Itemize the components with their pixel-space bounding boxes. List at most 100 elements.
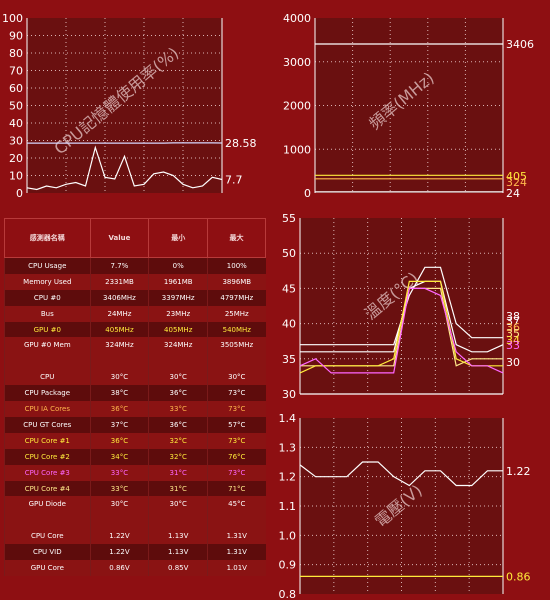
cell-name: CPU Core (4, 528, 91, 545)
cell-name: Memory Used (4, 273, 91, 290)
frequency-y-tick-label: 2000 (283, 100, 311, 113)
cell-min: 33°C (148, 401, 208, 418)
table-row: CPU Core #1 36°C 32°C 73°C (4, 432, 266, 449)
cell-value (89, 353, 149, 370)
cell-min (148, 353, 208, 370)
cell-name: CPU IA Cores (4, 401, 91, 418)
cell-max: 45°C (207, 496, 266, 513)
temperature-end-label: 30 (506, 356, 520, 369)
cell-name: CPU #0 (4, 289, 91, 306)
cell-value: 36°C (89, 432, 149, 449)
cell-min: 32°C (148, 448, 208, 465)
table-header-row: 感測器名稱 Value 最小 最大 (4, 218, 266, 258)
cell-value: 33°C (89, 480, 149, 497)
cpu-memory-y-tick-label: 90 (9, 30, 23, 43)
cell-min: 3397MHz (148, 289, 208, 306)
cell-max: 4797MHz (207, 289, 266, 306)
cell-name: GPU Diode (4, 496, 91, 513)
cell-value (89, 512, 149, 529)
col-min: 最小 (148, 218, 209, 258)
cell-value: 36°C (89, 401, 149, 418)
table-row: CPU IA Cores 36°C 33°C 73°C (4, 401, 266, 418)
cell-min: 31°C (148, 464, 208, 481)
col-sensor-name: 感測器名稱 (4, 218, 91, 258)
cell-max: 3505MHz (207, 337, 266, 354)
cell-min: 36°C (148, 417, 208, 433)
voltage-end-label: 0.86 (506, 570, 531, 583)
cell-max (207, 512, 266, 529)
cell-value: 2331MB (89, 273, 149, 290)
cpu-memory-y-tick-label: 30 (9, 135, 23, 148)
table-row: CPU GT Cores 37°C 36°C 57°C (4, 417, 266, 433)
frequency-y-tick-label: 0 (304, 187, 311, 200)
cell-name: CPU Core #1 (4, 432, 91, 449)
cell-value: 37°C (89, 417, 149, 433)
cell-max: 1.01V (207, 560, 266, 577)
cell-value: 324MHz (89, 337, 149, 354)
table-spacer-row (4, 353, 266, 370)
cpu-memory-y-tick-label: 10 (9, 170, 23, 183)
col-max: 最大 (207, 218, 266, 258)
table-row: GPU Core 0.86V 0.85V 1.01V (4, 560, 266, 577)
cell-min: 23MHz (148, 305, 208, 322)
table-body: CPU Usage 7.7% 0% 100% Memory Used 2331MB 1961… (4, 257, 266, 577)
cell-name: CPU Core #3 (4, 464, 91, 481)
voltage-y-tick-label: 0.8 (279, 588, 297, 600)
cpu-memory-y-tick-label: 70 (9, 65, 23, 78)
cell-value: 1.22V (89, 528, 149, 545)
col-value: Value (89, 218, 150, 258)
cell-name: CPU Core #2 (4, 448, 91, 465)
cell-name: CPU Usage (4, 257, 91, 274)
cell-min: 1.13V (148, 544, 208, 561)
cell-max: 73°C (207, 432, 266, 449)
cell-value: 24MHz (89, 305, 149, 322)
temperature-y-tick-label: 55 (282, 212, 296, 225)
table-row: CPU Core 1.22V 1.13V 1.31V (4, 528, 266, 545)
cell-value: 405MHz (89, 321, 149, 338)
cell-max (207, 353, 266, 370)
table-row: CPU #0 3406MHz 3397MHz 4797MHz (4, 289, 266, 306)
temperature-y-tick-label: 45 (282, 282, 296, 295)
cell-value: 30°C (89, 369, 149, 386)
cpu-memory-y-tick-label: 0 (16, 187, 23, 200)
table-row: CPU 30°C 30°C 30°C (4, 369, 266, 386)
cpu-memory-y-tick-label: 40 (9, 117, 23, 130)
temperature-y-tick-label: 35 (282, 353, 296, 366)
voltage-y-tick-label: 1.3 (279, 441, 297, 454)
cell-value: 7.7% (89, 257, 149, 274)
table-row: CPU VID 1.22V 1.13V 1.31V (4, 544, 266, 561)
table-row: CPU Core #4 33°C 31°C 71°C (4, 480, 266, 497)
cell-min: 1.13V (148, 528, 208, 545)
cpu-memory-end-label: 7.7 (225, 174, 243, 187)
cell-max: 30°C (207, 369, 266, 386)
cell-max: 73°C (207, 464, 266, 481)
cell-max: 3896MB (207, 273, 266, 290)
cpu-memory-y-tick-label: 80 (9, 47, 23, 60)
cell-name: GPU #0 Mem (4, 337, 91, 354)
cell-name: CPU GT Cores (4, 417, 91, 433)
table-row: Memory Used 2331MB 1961MB 3896MB (4, 273, 266, 290)
cell-value: 3406MHz (89, 289, 149, 306)
cell-min: 30°C (148, 496, 208, 513)
cell-name: GPU #0 (4, 321, 91, 338)
cell-name: CPU VID (4, 544, 91, 561)
cell-max: 76°C (207, 448, 266, 465)
cell-min: 30°C (148, 369, 208, 386)
temperature-y-tick-label: 40 (282, 318, 296, 331)
cell-min (148, 512, 208, 529)
cell-value: 38°C (89, 385, 149, 402)
frequency-y-tick-label: 3000 (283, 56, 311, 69)
voltage-y-tick-label: 0.9 (279, 559, 297, 572)
table-row: Bus 24MHz 23MHz 25MHz (4, 305, 266, 322)
cell-min: 405MHz (148, 321, 208, 338)
voltage-y-tick-label: 1.2 (279, 471, 297, 484)
cell-name: GPU Core (4, 560, 91, 577)
frequency-y-tick-label: 4000 (283, 12, 311, 25)
cell-min: 1961MB (148, 273, 208, 290)
cell-min: 31°C (148, 480, 208, 497)
cpu-memory-y-tick-label: 60 (9, 82, 23, 95)
cell-value: 30°C (89, 496, 149, 513)
cell-name: CPU Core #4 (4, 480, 91, 497)
cell-max: 71°C (207, 480, 266, 497)
cell-name: CPU Package (4, 385, 91, 402)
